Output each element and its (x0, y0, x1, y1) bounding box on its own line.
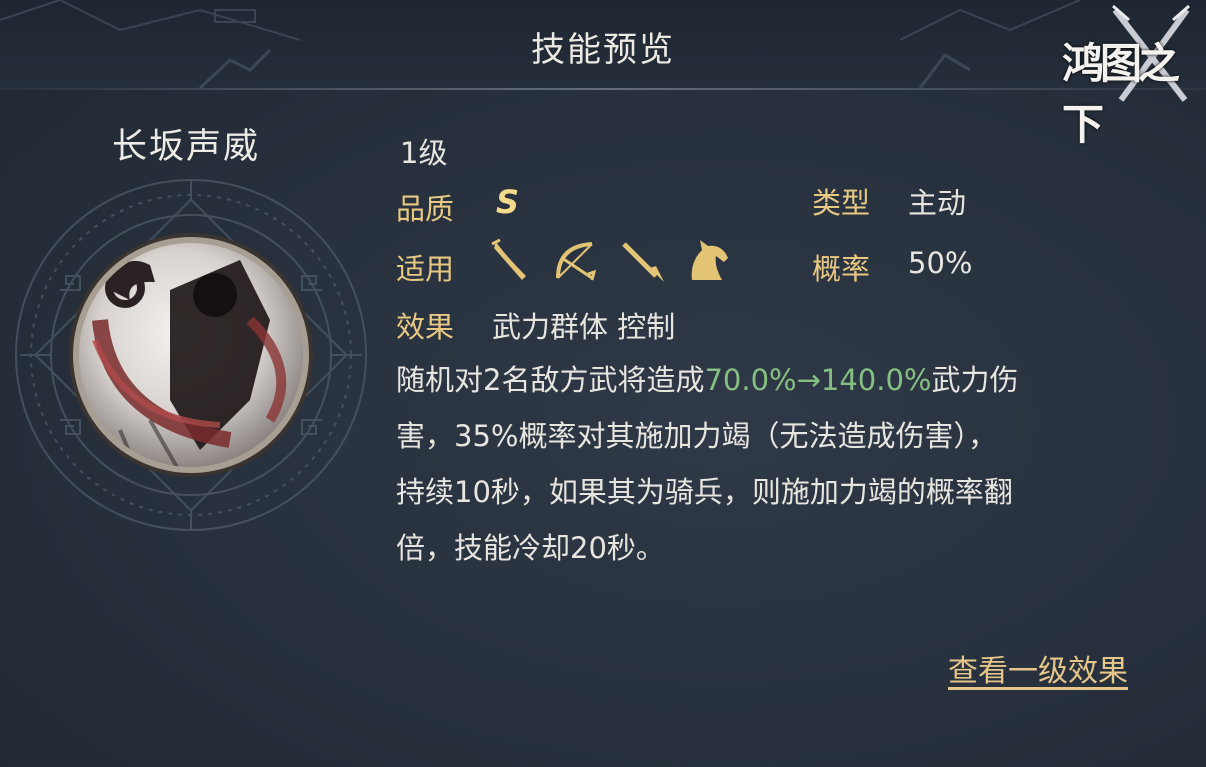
bow-icon (556, 242, 597, 281)
skill-emblem (15, 179, 367, 531)
description-line-4: 倍，技能冷却20秒。 (396, 531, 665, 565)
effect-value: 武力群体 控制 (492, 310, 676, 344)
damage-range-highlight: 70.0%→140.0% (704, 363, 932, 397)
quality-value: S (496, 183, 520, 221)
type-label: 类型 (812, 186, 871, 220)
header-divider (0, 88, 1206, 90)
spear-icon (622, 242, 664, 282)
applicable-label: 适用 (396, 252, 455, 286)
effect-label: 效果 (396, 310, 455, 344)
sword-icon (491, 238, 526, 280)
skill-level: 1级 (400, 136, 448, 170)
game-logo-text: 鸿图之下 (1062, 39, 1180, 149)
chance-value: 50% (908, 246, 973, 280)
chance-label: 概率 (812, 252, 871, 286)
view-level1-effect-link[interactable]: 查看一级效果 (948, 646, 1128, 690)
quality-label: 品质 (396, 192, 455, 226)
description-text: 武力伤 (931, 363, 1019, 397)
type-value: 主动 (908, 186, 967, 220)
description-line-2: 害，35%概率对其施加力竭（无法造成伤害）， (396, 419, 997, 453)
description-text: 随机对2名敌方武将造成 (396, 363, 705, 397)
description-line-1: 随机对2名敌方武将造成70.0%→140.0%武力伤 (396, 352, 1156, 408)
page-title: 技能预览 (531, 30, 675, 70)
skill-description: 随机对2名敌方武将造成70.0%→140.0%武力伤 害，35%概率对其施加力竭… (396, 352, 1156, 576)
skill-name: 长坂声威 (112, 127, 261, 167)
horse-icon (691, 240, 728, 280)
description-line-3: 持续10秒，如果其为骑兵，则施加力竭的概率翻 (396, 475, 1013, 509)
